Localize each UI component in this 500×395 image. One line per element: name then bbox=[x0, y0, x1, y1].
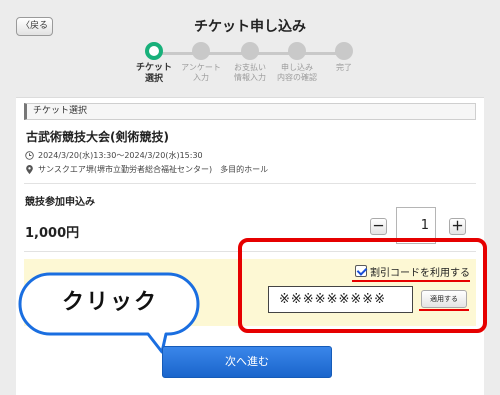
page-title: チケット申し込み bbox=[194, 19, 306, 35]
step-complete: 完了 bbox=[314, 42, 374, 73]
map-pin-icon bbox=[26, 164, 33, 174]
highlight-underline bbox=[352, 280, 470, 282]
event-title: 古武術競技大会(剣術競技) bbox=[26, 130, 169, 144]
divider bbox=[24, 183, 476, 184]
step-dot-active bbox=[145, 42, 163, 60]
step-dot bbox=[241, 42, 259, 60]
quantity-decrease-button[interactable]: － bbox=[370, 218, 387, 235]
section-header: チケット選択 bbox=[24, 103, 476, 120]
event-datetime: 2024/3/20(水)13:30～2024/3/20(水)15:30 bbox=[25, 150, 203, 161]
step-dot bbox=[192, 42, 210, 60]
step-dot bbox=[288, 42, 306, 60]
coupon-checkbox-label[interactable]: 割引コードを利用する bbox=[370, 264, 470, 279]
coupon-code-input[interactable]: ※※※※※※※※※ bbox=[268, 286, 413, 313]
ticket-price: 1,000円 bbox=[25, 226, 80, 241]
highlight-underline bbox=[419, 309, 469, 311]
quantity-increase-button[interactable]: ＋ bbox=[449, 218, 466, 235]
step-dot bbox=[335, 42, 353, 60]
bubble-text: クリック bbox=[61, 290, 158, 315]
next-button[interactable]: 次へ進む bbox=[162, 346, 332, 378]
step-label: 完了 bbox=[336, 63, 352, 72]
ticket-type-label: 競技参加申込み bbox=[25, 197, 95, 208]
event-venue: サンスクエア堺(堺市立勤労者総合福祉センター) 多目的ホール bbox=[25, 164, 268, 175]
apply-coupon-button[interactable]: 適用する bbox=[421, 290, 467, 308]
clock-icon bbox=[25, 151, 34, 160]
coupon-checkbox[interactable] bbox=[355, 265, 367, 277]
venue-text: サンスクエア堺(堺市立勤労者総合福祉センター) 多目的ホール bbox=[38, 165, 269, 174]
datetime-text: 2024/3/20(水)13:30～2024/3/20(水)15:30 bbox=[38, 151, 203, 160]
